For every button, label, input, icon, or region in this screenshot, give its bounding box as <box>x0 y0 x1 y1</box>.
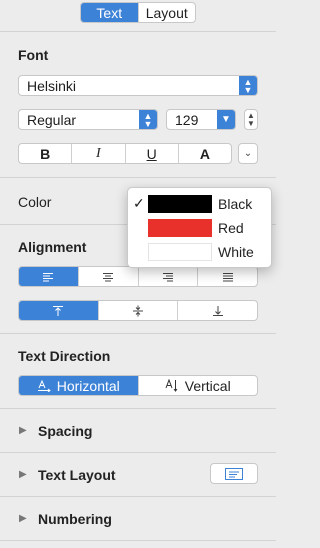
font-size-stepper[interactable]: ▲ ▼ <box>244 109 258 130</box>
numbering-expander[interactable]: Numbering <box>38 511 112 527</box>
text-direction-section-title: Text Direction <box>18 348 111 364</box>
disclosure-triangle-icon[interactable]: ▶ <box>19 513 27 524</box>
font-section-title: Font <box>18 47 49 63</box>
disclosure-triangle-icon[interactable]: ▶ <box>19 469 27 480</box>
font-style-select[interactable]: Regular ▲ ▼ <box>18 109 158 130</box>
divider <box>0 496 276 497</box>
direction-vertical-label: Vertical <box>184 377 231 394</box>
disclosure-triangle-icon[interactable]: ▶ <box>19 425 27 436</box>
text-direction-control: Horizontal Vertical <box>18 375 258 396</box>
align-right-button[interactable] <box>139 267 199 286</box>
more-text-options-button[interactable]: ⌄ <box>238 143 258 164</box>
red-swatch <box>148 219 212 237</box>
checkmark-icon: ✓ <box>133 195 145 211</box>
divider <box>0 452 276 453</box>
underline-button[interactable]: U <box>126 144 179 163</box>
vertical-text-icon <box>165 379 178 392</box>
text-format-buttons: B I U A <box>18 143 232 164</box>
bold-button[interactable]: B <box>19 144 73 163</box>
direction-horizontal-label: Horizontal <box>56 377 120 394</box>
align-left-icon <box>43 272 54 281</box>
font-family-select[interactable]: Helsinki ▲ ▼ <box>18 75 258 96</box>
align-center-icon <box>103 272 114 281</box>
font-family-value: Helsinki <box>27 77 77 94</box>
align-middle-icon <box>133 305 143 316</box>
font-size-field[interactable]: 129 ▼ <box>166 109 236 130</box>
align-bottom-button[interactable] <box>178 301 257 320</box>
align-top-button[interactable] <box>19 301 99 320</box>
vertical-alignment-control <box>18 300 258 321</box>
direction-vertical-button[interactable]: Vertical <box>139 376 258 395</box>
text-options-button[interactable]: A <box>179 144 231 163</box>
chevron-down-icon: ⌄ <box>243 148 253 159</box>
horizontal-alignment-control <box>18 266 258 287</box>
divider <box>0 177 276 178</box>
color-label-black: Black <box>218 196 253 212</box>
tab-layout[interactable]: Layout <box>139 3 196 22</box>
align-justify-button[interactable] <box>198 267 257 286</box>
tab-text[interactable]: Text <box>81 3 139 22</box>
white-swatch <box>148 243 212 261</box>
italic-button[interactable]: I <box>72 144 126 163</box>
divider <box>0 31 276 32</box>
align-bottom-icon <box>212 305 223 316</box>
alignment-section-title: Alignment <box>18 239 87 255</box>
black-swatch <box>148 195 212 213</box>
color-dropdown-menu: ✓ Black Red White <box>127 187 272 268</box>
divider <box>0 333 276 334</box>
inspector-tabs: Text Layout <box>80 2 196 23</box>
color-menu-item-black[interactable]: ✓ Black <box>128 192 271 216</box>
align-justify-icon <box>222 272 233 281</box>
chevron-updown-icon: ▲ ▼ <box>139 110 157 129</box>
align-top-icon <box>53 305 64 316</box>
chevron-updown-icon: ▲ ▼ <box>239 76 257 95</box>
horizontal-text-icon <box>37 379 51 392</box>
color-label-red: Red <box>218 220 244 236</box>
text-box-icon <box>225 467 243 480</box>
chevron-down-icon: ▼ <box>217 110 235 129</box>
color-menu-item-red[interactable]: Red <box>128 216 271 240</box>
color-menu-item-white[interactable]: White <box>128 240 271 264</box>
direction-horizontal-button[interactable]: Horizontal <box>19 376 139 395</box>
color-section-title: Color <box>18 194 52 210</box>
color-label-white: White <box>218 244 254 260</box>
spacing-expander[interactable]: Spacing <box>38 423 92 439</box>
divider <box>0 540 276 541</box>
align-right-icon <box>162 272 173 281</box>
divider <box>0 408 276 409</box>
text-layout-expander[interactable]: Text Layout <box>38 467 116 483</box>
align-middle-button[interactable] <box>99 301 179 320</box>
font-size-value: 129 <box>175 111 199 128</box>
font-style-value: Regular <box>27 111 77 128</box>
stepper-down-icon: ▼ <box>247 118 255 128</box>
align-left-button[interactable] <box>19 267 79 286</box>
text-layout-button[interactable] <box>210 463 258 484</box>
align-center-button[interactable] <box>79 267 139 286</box>
